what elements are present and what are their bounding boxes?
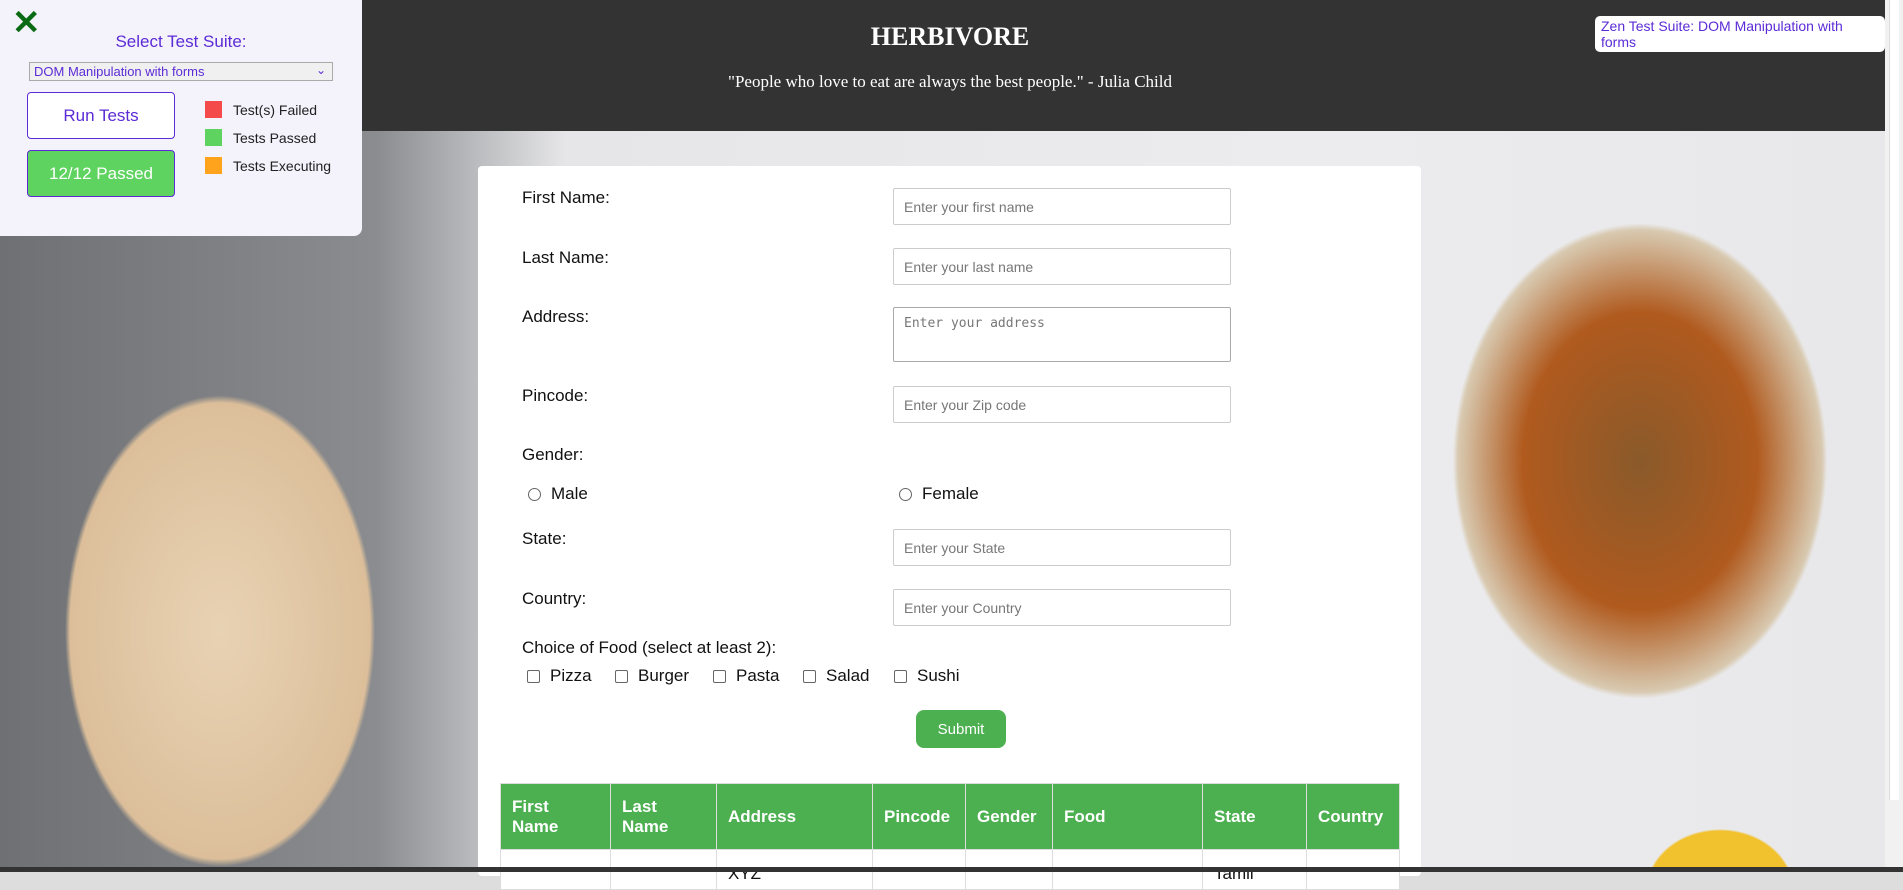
last-name-input[interactable]: Enter your last name <box>893 248 1231 285</box>
col-address: Address <box>716 783 873 850</box>
submit-button[interactable]: Submit <box>916 710 1006 748</box>
first-name-label: First Name: <box>522 188 610 207</box>
address-label: Address: <box>522 307 590 326</box>
food-sushi-checkbox[interactable]: Sushi <box>894 666 960 686</box>
food-label: Choice of Food (select at least 2): <box>522 638 777 657</box>
test-suite-select[interactable]: DOM Manipulation with forms ⌄ <box>29 62 333 81</box>
col-country: Country <box>1306 783 1400 850</box>
checkbox-icon[interactable] <box>713 669 726 683</box>
legend-label: Tests Executing <box>233 157 332 174</box>
pincode-input[interactable]: Enter your Zip code <box>893 386 1231 423</box>
test-result-button[interactable]: 12/12 Passed <box>27 150 175 197</box>
failed-swatch <box>205 101 222 118</box>
col-food: Food <box>1052 783 1203 850</box>
gender-label: Gender: <box>522 445 584 464</box>
first-name-input[interactable]: Enter your first name <box>893 188 1231 225</box>
passed-swatch <box>205 129 222 146</box>
select-suite-label: Select Test Suite: <box>115 32 247 51</box>
col-state: State <box>1202 783 1307 850</box>
checkbox-icon[interactable] <box>527 669 540 683</box>
col-last-name: Last Name <box>610 783 717 850</box>
legend-label: Test(s) Failed <box>233 101 318 118</box>
legend-failed: Test(s) Failed <box>205 101 317 118</box>
checkbox-label: Salad <box>826 666 870 685</box>
zen-test-suite-badge: Zen Test Suite: DOM Manipulation with fo… <box>1595 16 1885 52</box>
checkbox-label: Pizza <box>550 666 592 685</box>
executing-swatch <box>205 157 222 174</box>
radio-icon[interactable] <box>899 487 912 501</box>
state-label: State: <box>522 529 567 548</box>
page-scrollbar[interactable] <box>1885 0 1903 867</box>
submissions-table: First Name Last Name Address Pincode Gen… <box>500 783 1400 890</box>
col-gender: Gender <box>965 783 1053 850</box>
gender-female-radio[interactable]: Female <box>899 484 979 504</box>
scrollbar-thumb[interactable] <box>1889 0 1899 800</box>
radio-icon[interactable] <box>528 487 541 501</box>
pincode-label: Pincode: <box>522 386 589 405</box>
last-name-label: Last Name: <box>522 248 609 267</box>
checkbox-label: Pasta <box>736 666 780 685</box>
food-pizza-checkbox[interactable]: Pizza <box>527 666 592 686</box>
run-tests-button[interactable]: Run Tests <box>27 92 175 139</box>
checkbox-icon[interactable] <box>615 669 628 683</box>
test-suite-panel: ✕ Select Test Suite: DOM Manipulation wi… <box>0 0 362 236</box>
food-pasta-checkbox[interactable]: Pasta <box>713 666 779 686</box>
table-header-row: First Name Last Name Address Pincode Gen… <box>500 783 1400 850</box>
selected-suite: DOM Manipulation with forms <box>34 64 205 79</box>
food-burger-checkbox[interactable]: Burger <box>615 666 689 686</box>
legend-passed: Tests Passed <box>205 129 316 146</box>
col-first-name: First Name <box>500 783 611 850</box>
legend-executing: Tests Executing <box>205 157 331 174</box>
state-input[interactable]: Enter your State <box>893 529 1231 566</box>
food-salad-checkbox[interactable]: Salad <box>803 666 869 686</box>
gender-male-radio[interactable]: Male <box>528 484 588 504</box>
checkbox-label: Burger <box>638 666 690 685</box>
bottom-bar <box>0 867 1903 872</box>
checkbox-icon[interactable] <box>894 669 907 683</box>
radio-label: Male <box>551 484 588 503</box>
legend-label: Tests Passed <box>233 129 317 146</box>
country-input[interactable]: Enter your Country <box>893 589 1231 626</box>
col-pincode: Pincode <box>872 783 966 850</box>
country-label: Country: <box>522 589 587 608</box>
radio-label: Female <box>922 484 979 503</box>
address-textarea[interactable]: Enter your address <box>893 307 1231 362</box>
checkbox-icon[interactable] <box>803 669 816 683</box>
chevron-down-icon: ⌄ <box>315 63 326 77</box>
checkbox-label: Sushi <box>917 666 960 685</box>
